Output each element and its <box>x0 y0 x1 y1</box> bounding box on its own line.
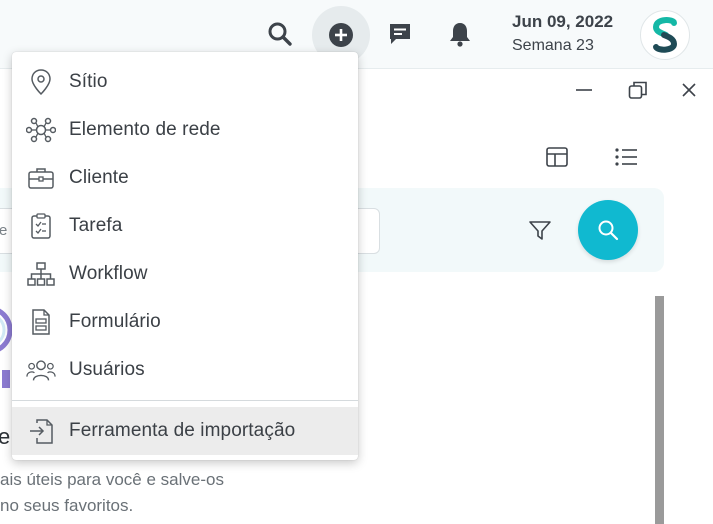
menu-item-ferramenta-de-importacao[interactable]: Ferramenta de importação <box>12 407 358 455</box>
menu-item-label: Sítio <box>69 71 108 92</box>
menu-item-label: Cliente <box>69 167 129 188</box>
empty-state-text-line2: no seus favoritos. <box>0 496 134 515</box>
search-icon <box>598 220 619 241</box>
menu-item-workflow[interactable]: Workflow <box>12 250 358 298</box>
form-icon <box>26 307 56 337</box>
search-input-text: e <box>0 222 8 239</box>
empty-state-text-line1: ais úteis para você e salve-os <box>0 470 224 489</box>
menu-item-label: Workflow <box>69 263 148 284</box>
current-week: Semana 23 <box>512 37 594 54</box>
workflow-icon <box>26 259 56 289</box>
menu-item-tarefa[interactable]: Tarefa <box>12 202 358 250</box>
menu-item-cliente[interactable]: Cliente <box>12 154 358 202</box>
minimize-icon <box>576 89 592 91</box>
list-view-icon[interactable] <box>612 144 640 170</box>
create-menu: Sítio Elemento de rede Cliente Tarefa Wo… <box>12 52 358 460</box>
menu-item-label: Usuários <box>69 359 145 380</box>
location-pin-icon <box>26 67 56 97</box>
search-button[interactable] <box>578 200 638 260</box>
avatar[interactable] <box>640 10 690 60</box>
briefcase-icon <box>26 163 56 193</box>
menu-item-sitio[interactable]: Sítio <box>12 58 358 106</box>
menu-item-label: Elemento de rede <box>69 119 221 140</box>
empty-state-heading: e <box>0 424 11 449</box>
bell-icon[interactable] <box>440 14 480 54</box>
minimize-button[interactable] <box>570 78 598 102</box>
scrollbar[interactable] <box>655 296 664 524</box>
menu-item-label: Tarefa <box>69 215 123 236</box>
current-date: Jun 09, 2022 <box>512 12 614 31</box>
menu-item-elemento-de-rede[interactable]: Elemento de rede <box>12 106 358 154</box>
layout-view-icon[interactable] <box>543 144 571 170</box>
chat-icon[interactable] <box>380 14 420 54</box>
search-icon[interactable] <box>260 14 300 54</box>
menu-item-usuarios[interactable]: Usuários <box>12 346 358 394</box>
users-icon <box>26 355 56 385</box>
clipboard-task-icon <box>26 211 56 241</box>
menu-item-label: Ferramenta de importação <box>69 420 296 441</box>
close-button[interactable] <box>675 78 703 102</box>
menu-item-formulario[interactable]: Formulário <box>12 298 358 346</box>
menu-divider <box>12 400 358 401</box>
menu-item-label: Formulário <box>69 311 161 332</box>
restore-button[interactable] <box>624 78 652 102</box>
import-icon <box>26 416 56 446</box>
close-icon <box>682 83 696 97</box>
brand-logo-icon <box>652 17 678 53</box>
restore-icon <box>628 81 647 99</box>
filter-icon[interactable] <box>525 216 555 246</box>
network-element-icon <box>26 115 56 145</box>
